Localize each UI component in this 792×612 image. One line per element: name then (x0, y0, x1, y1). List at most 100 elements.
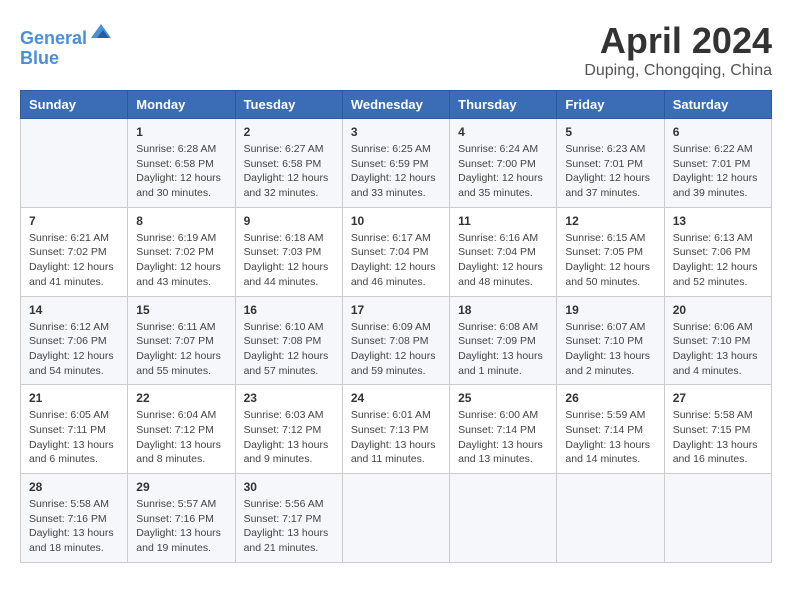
day-info: Sunrise: 6:28 AMSunset: 6:58 PMDaylight:… (136, 142, 226, 201)
day-number: 23 (244, 391, 334, 405)
day-cell: 1 Sunrise: 6:28 AMSunset: 6:58 PMDaylight… (128, 119, 235, 208)
day-info: Sunrise: 6:07 AMSunset: 7:10 PMDaylight:… (565, 320, 655, 379)
day-info: Sunrise: 6:10 AMSunset: 7:08 PMDaylight:… (244, 320, 334, 379)
day-cell: 21 Sunrise: 6:05 AMSunset: 7:11 PMDayligh… (21, 385, 128, 474)
header-cell-friday: Friday (557, 91, 664, 119)
day-cell: 16 Sunrise: 6:10 AMSunset: 7:08 PMDayligh… (235, 296, 342, 385)
week-row-2: 14 Sunrise: 6:12 AMSunset: 7:06 PMDayligh… (21, 296, 772, 385)
logo-line1: General (20, 28, 87, 48)
day-number: 29 (136, 480, 226, 494)
day-cell: 6 Sunrise: 6:22 AMSunset: 7:01 PMDaylight… (664, 119, 771, 208)
day-cell (21, 119, 128, 208)
day-cell: 20Sunrise: 6:06 AMSunset: 7:10 PMDayligh… (664, 296, 771, 385)
day-number: 12 (565, 214, 655, 228)
day-info: Sunrise: 5:58 AMSunset: 7:15 PMDaylight:… (673, 408, 763, 467)
day-info: Sunrise: 6:24 AMSunset: 7:00 PMDaylight:… (458, 142, 548, 201)
day-cell: 25Sunrise: 6:00 AMSunset: 7:14 PMDayligh… (450, 385, 557, 474)
day-info: Sunrise: 6:04 AMSunset: 7:12 PMDaylight:… (136, 408, 226, 467)
day-info: Sunrise: 6:09 AMSunset: 7:08 PMDaylight:… (351, 320, 441, 379)
day-info: Sunrise: 6:22 AMSunset: 7:01 PMDaylight:… (673, 142, 763, 201)
day-cell: 26Sunrise: 5:59 AMSunset: 7:14 PMDayligh… (557, 385, 664, 474)
day-number: 21 (29, 391, 119, 405)
header-cell-monday: Monday (128, 91, 235, 119)
day-number: 16 (244, 303, 334, 317)
day-info: Sunrise: 6:05 AMSunset: 7:11 PMDaylight:… (29, 408, 119, 467)
logo-line2: Blue (20, 49, 113, 69)
day-cell: 3 Sunrise: 6:25 AMSunset: 6:59 PMDaylight… (342, 119, 449, 208)
subtitle: Duping, Chongqing, China (584, 62, 772, 80)
day-info: Sunrise: 6:15 AMSunset: 7:05 PMDaylight:… (565, 231, 655, 290)
day-cell: 12 Sunrise: 6:15 AMSunset: 7:05 PMDayligh… (557, 207, 664, 296)
day-number: 30 (244, 480, 334, 494)
day-number: 1 (136, 125, 226, 139)
day-info: Sunrise: 6:18 AMSunset: 7:03 PMDaylight:… (244, 231, 334, 290)
day-cell: 9 Sunrise: 6:18 AMSunset: 7:03 PMDaylight… (235, 207, 342, 296)
day-number: 3 (351, 125, 441, 139)
day-cell: 24 Sunrise: 6:01 AMSunset: 7:13 PMDayligh… (342, 385, 449, 474)
day-cell (557, 474, 664, 563)
day-cell: 22Sunrise: 6:04 AMSunset: 7:12 PMDayligh… (128, 385, 235, 474)
calendar-table: SundayMondayTuesdayWednesdayThursdayFrid… (20, 90, 772, 563)
day-info: Sunrise: 5:57 AMSunset: 7:16 PMDaylight:… (136, 497, 226, 556)
day-cell: 13 Sunrise: 6:13 AMSunset: 7:06 PMDayligh… (664, 207, 771, 296)
logo: General Blue (20, 20, 113, 69)
day-cell: 17 Sunrise: 6:09 AMSunset: 7:08 PMDayligh… (342, 296, 449, 385)
day-info: Sunrise: 6:21 AMSunset: 7:02 PMDaylight:… (29, 231, 119, 290)
day-cell: 28 Sunrise: 5:58 AMSunset: 7:16 PMDayligh… (21, 474, 128, 563)
header: General Blue April 2024 Duping, Chongqin… (20, 20, 772, 80)
day-number: 13 (673, 214, 763, 228)
day-cell: 18 Sunrise: 6:08 AMSunset: 7:09 PMDayligh… (450, 296, 557, 385)
title-block: April 2024 Duping, Chongqing, China (584, 20, 772, 80)
day-number: 24 (351, 391, 441, 405)
calendar-body: 1 Sunrise: 6:28 AMSunset: 6:58 PMDaylight… (21, 119, 772, 563)
day-info: Sunrise: 6:01 AMSunset: 7:13 PMDaylight:… (351, 408, 441, 467)
day-cell: 8Sunrise: 6:19 AMSunset: 7:02 PMDaylight… (128, 207, 235, 296)
day-cell: 23 Sunrise: 6:03 AMSunset: 7:12 PMDayligh… (235, 385, 342, 474)
logo-icon (89, 20, 113, 44)
day-number: 11 (458, 214, 548, 228)
day-info: Sunrise: 6:12 AMSunset: 7:06 PMDaylight:… (29, 320, 119, 379)
day-info: Sunrise: 6:08 AMSunset: 7:09 PMDaylight:… (458, 320, 548, 379)
header-cell-thursday: Thursday (450, 91, 557, 119)
week-row-4: 28 Sunrise: 5:58 AMSunset: 7:16 PMDayligh… (21, 474, 772, 563)
day-number: 2 (244, 125, 334, 139)
day-number: 19 (565, 303, 655, 317)
calendar-header-row: SundayMondayTuesdayWednesdayThursdayFrid… (21, 91, 772, 119)
week-row-1: 7Sunrise: 6:21 AMSunset: 7:02 PMDaylight… (21, 207, 772, 296)
day-info: Sunrise: 6:16 AMSunset: 7:04 PMDaylight:… (458, 231, 548, 290)
day-number: 6 (673, 125, 763, 139)
day-cell: 5Sunrise: 6:23 AMSunset: 7:01 PMDaylight… (557, 119, 664, 208)
day-number: 4 (458, 125, 548, 139)
day-info: Sunrise: 6:25 AMSunset: 6:59 PMDaylight:… (351, 142, 441, 201)
day-cell (450, 474, 557, 563)
day-cell: 14 Sunrise: 6:12 AMSunset: 7:06 PMDayligh… (21, 296, 128, 385)
day-info: Sunrise: 6:06 AMSunset: 7:10 PMDaylight:… (673, 320, 763, 379)
day-info: Sunrise: 6:27 AMSunset: 6:58 PMDaylight:… (244, 142, 334, 201)
day-number: 17 (351, 303, 441, 317)
day-cell: 29 Sunrise: 5:57 AMSunset: 7:16 PMDayligh… (128, 474, 235, 563)
day-info: Sunrise: 5:56 AMSunset: 7:17 PMDaylight:… (244, 497, 334, 556)
header-cell-tuesday: Tuesday (235, 91, 342, 119)
day-info: Sunrise: 6:03 AMSunset: 7:12 PMDaylight:… (244, 408, 334, 467)
day-cell: 2 Sunrise: 6:27 AMSunset: 6:58 PMDaylight… (235, 119, 342, 208)
logo-text: General (20, 20, 113, 49)
day-number: 18 (458, 303, 548, 317)
day-number: 5 (565, 125, 655, 139)
day-cell: 30 Sunrise: 5:56 AMSunset: 7:17 PMDayligh… (235, 474, 342, 563)
day-cell: 10Sunrise: 6:17 AMSunset: 7:04 PMDayligh… (342, 207, 449, 296)
header-cell-sunday: Sunday (21, 91, 128, 119)
day-cell: 4 Sunrise: 6:24 AMSunset: 7:00 PMDaylight… (450, 119, 557, 208)
day-cell: 27Sunrise: 5:58 AMSunset: 7:15 PMDayligh… (664, 385, 771, 474)
day-info: Sunrise: 6:17 AMSunset: 7:04 PMDaylight:… (351, 231, 441, 290)
day-cell: 7Sunrise: 6:21 AMSunset: 7:02 PMDaylight… (21, 207, 128, 296)
day-info: Sunrise: 5:58 AMSunset: 7:16 PMDaylight:… (29, 497, 119, 556)
day-number: 28 (29, 480, 119, 494)
day-number: 9 (244, 214, 334, 228)
day-info: Sunrise: 6:13 AMSunset: 7:06 PMDaylight:… (673, 231, 763, 290)
day-number: 26 (565, 391, 655, 405)
week-row-3: 21 Sunrise: 6:05 AMSunset: 7:11 PMDayligh… (21, 385, 772, 474)
day-info: Sunrise: 6:11 AMSunset: 7:07 PMDaylight:… (136, 320, 226, 379)
day-info: Sunrise: 6:00 AMSunset: 7:14 PMDaylight:… (458, 408, 548, 467)
week-row-0: 1 Sunrise: 6:28 AMSunset: 6:58 PMDaylight… (21, 119, 772, 208)
day-number: 14 (29, 303, 119, 317)
